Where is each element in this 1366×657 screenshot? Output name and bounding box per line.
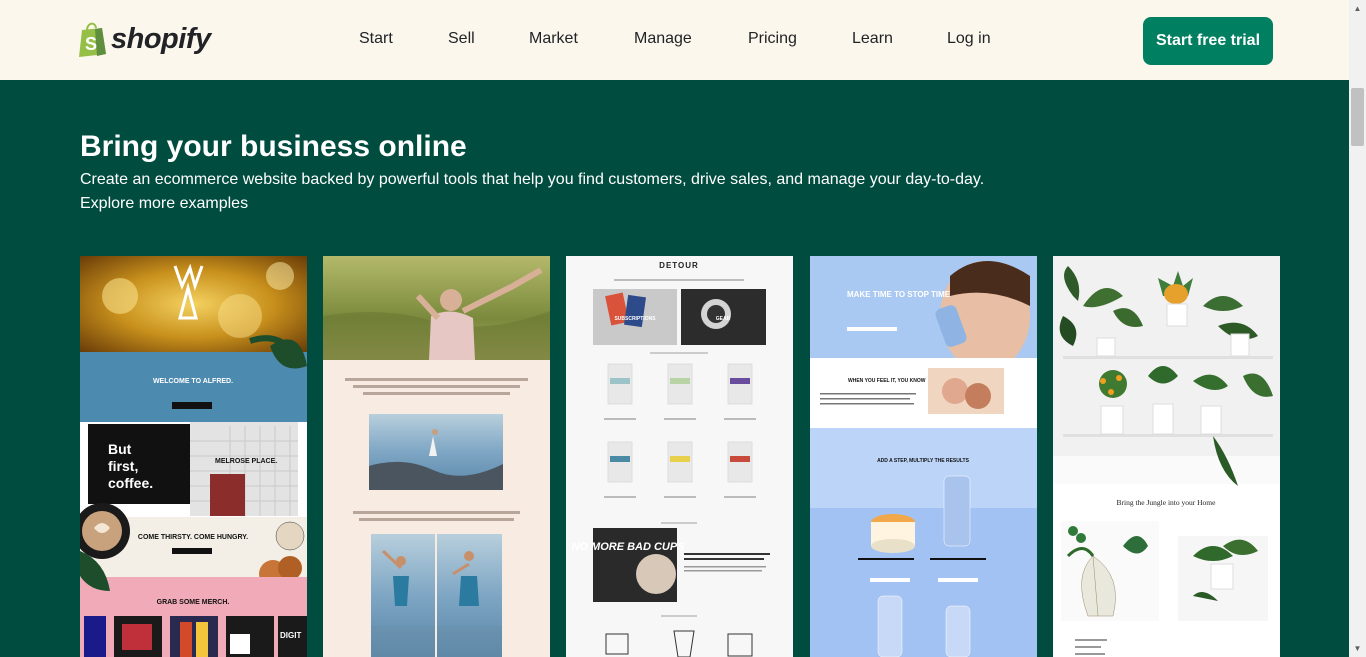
nav-start[interactable]: Start: [359, 30, 393, 48]
detour-preview-image: DETOUR SUBSCRIPTIONS GEAR NO MORE BAD CU…: [566, 256, 793, 657]
example-card-yoga-studio[interactable]: [323, 256, 550, 657]
hero-subtitle: Create an ecommerce website backed by po…: [80, 171, 985, 188]
alfred-preview-image: WELCOME TO ALFRED. But first, coffee. ME…: [80, 256, 307, 657]
hero-section: Bring your business online Create an eco…: [0, 80, 1349, 657]
skincare-preview-image: MAKE TIME TO STOP TIME WHEN YOU FEEL IT,…: [810, 256, 1037, 657]
alfred-thirsty-text: COME THIRSTY. COME HUNGRY.: [138, 534, 248, 541]
svg-text:coffee.: coffee.: [108, 475, 153, 491]
example-card-alfred[interactable]: WELCOME TO ALFRED. But first, coffee. ME…: [80, 256, 307, 657]
alfred-welcome-text: WELCOME TO ALFRED.: [153, 378, 233, 385]
scroll-down-arrow-icon[interactable]: ▼: [1349, 640, 1366, 657]
logo-wordmark: shopify: [111, 22, 211, 55]
hero-title: Bring your business online: [80, 130, 467, 163]
plants-tagline-text: Bring the Jungle into your Home: [1117, 498, 1217, 507]
skincare-make-time-text: MAKE TIME TO STOP TIME: [847, 290, 951, 299]
explore-examples-link[interactable]: Explore more examples: [80, 195, 248, 213]
detour-brand-text: DETOUR: [659, 261, 699, 270]
alfred-merch-text: GRAB SOME MERCH.: [157, 599, 230, 606]
svg-text:But: But: [108, 441, 132, 457]
page-scrollbar[interactable]: ▲ ▼: [1349, 0, 1366, 657]
nav-pricing[interactable]: Pricing: [748, 30, 797, 48]
example-card-plants[interactable]: Bring the Jungle into your Home: [1053, 256, 1280, 657]
svg-text:first,: first,: [108, 458, 138, 474]
shopify-logo[interactable]: S shopify: [76, 20, 211, 58]
skincare-feel-text: WHEN YOU FEEL IT, YOU KNOW: [848, 378, 926, 384]
scroll-thumb[interactable]: [1351, 88, 1364, 146]
detour-no-more-text: NO MORE BAD CUPS: [571, 541, 685, 553]
start-free-trial-button[interactable]: Start free trial: [1143, 17, 1273, 65]
nav-learn[interactable]: Learn: [852, 30, 893, 48]
skincare-add-step-text: ADD A STEP, MULTIPLY THE RESULTS: [877, 458, 970, 464]
detour-subscriptions-text: SUBSCRIPTIONS: [614, 316, 656, 322]
svg-text:S: S: [85, 34, 97, 54]
nav-sell[interactable]: Sell: [448, 30, 475, 48]
shopping-bag-icon: S: [76, 20, 108, 58]
yoga-preview-image: [323, 256, 550, 657]
nav-login[interactable]: Log in: [947, 30, 991, 48]
plants-preview-image: Bring the Jungle into your Home: [1053, 256, 1280, 657]
alfred-melrose-text: MELROSE PLACE.: [215, 458, 277, 465]
scroll-up-arrow-icon[interactable]: ▲: [1349, 0, 1366, 17]
site-header: S shopify Start Sell Market Manage Prici…: [0, 0, 1349, 80]
example-card-skincare[interactable]: MAKE TIME TO STOP TIME WHEN YOU FEEL IT,…: [810, 256, 1037, 657]
nav-manage[interactable]: Manage: [634, 30, 692, 48]
svg-text:DIGIT: DIGIT: [280, 631, 301, 640]
detour-gear-text: GEAR: [716, 316, 731, 322]
nav-market[interactable]: Market: [529, 30, 578, 48]
example-card-detour[interactable]: DETOUR SUBSCRIPTIONS GEAR NO MORE BAD CU…: [566, 256, 793, 657]
